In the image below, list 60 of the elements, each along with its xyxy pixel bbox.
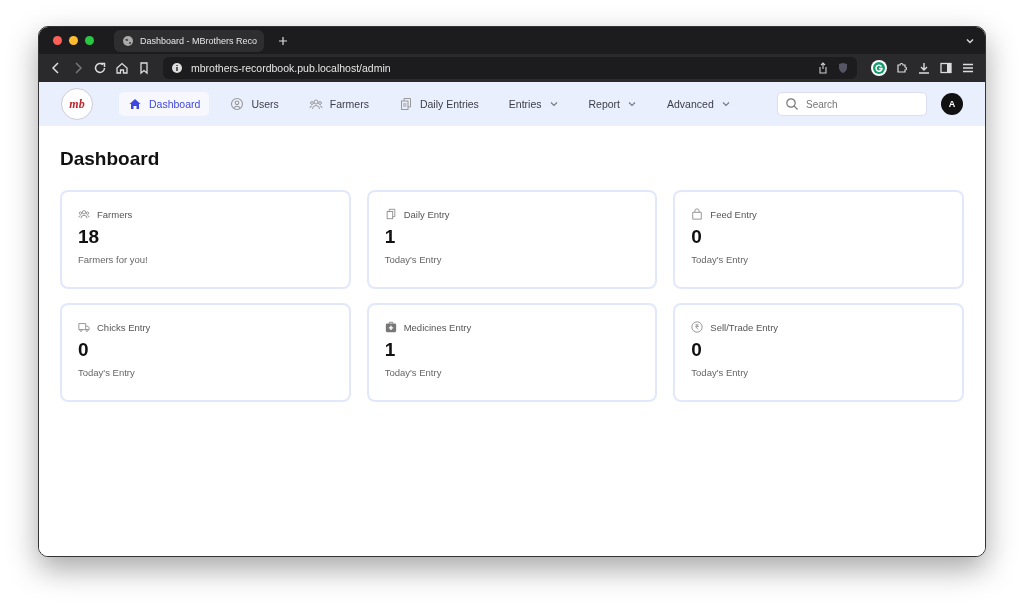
- documents-icon: [384, 208, 397, 220]
- info-icon: [171, 62, 183, 74]
- nav-link[interactable]: Report: [579, 92, 647, 116]
- card-caption: Farmers for you!: [78, 254, 149, 265]
- extension-icon[interactable]: [871, 60, 887, 76]
- card-value: 0: [691, 226, 703, 248]
- truck-icon: [78, 321, 90, 333]
- card-value: 1: [384, 339, 397, 361]
- card-title: Farmers: [97, 208, 133, 220]
- bookmark-icon[interactable]: [137, 61, 151, 75]
- download-icon[interactable]: [917, 61, 931, 75]
- card-value: 0: [78, 339, 90, 361]
- search-field[interactable]: Search: [777, 92, 927, 116]
- card-value: 18: [78, 226, 101, 248]
- home-icon: [128, 97, 142, 111]
- reload-icon[interactable]: [93, 61, 107, 75]
- nav-link[interactable]: Dashboard: [119, 92, 210, 116]
- nav-link[interactable]: Farmers: [299, 92, 378, 116]
- chevron-down-icon: [627, 99, 638, 109]
- card-caption: Today's Entry: [691, 254, 750, 265]
- card-caption: Today's Entry: [78, 367, 136, 378]
- people-icon: [78, 208, 90, 220]
- chevron-down-icon: [548, 99, 559, 109]
- card-value: 1: [384, 226, 397, 248]
- sidebar-icon[interactable]: [939, 61, 953, 75]
- card-caption: Today's Entry: [384, 254, 443, 265]
- card-title: Sell/Trade Entry: [710, 321, 779, 333]
- chevron-down-icon: [720, 99, 731, 109]
- browser-tab[interactable]: Dashboard - MBrothers Reco: [114, 29, 264, 52]
- nav-link[interactable]: Advanced: [658, 92, 740, 116]
- tab-title: Dashboard - MBrothers Reco: [140, 35, 258, 46]
- avatar[interactable]: A: [941, 93, 963, 115]
- minimize-window-icon[interactable]: [69, 36, 78, 45]
- zoom-window-icon[interactable]: [85, 36, 94, 45]
- card-title: Medicines Entry: [403, 321, 472, 333]
- people-icon: [308, 97, 323, 111]
- page-title: Dashboard: [60, 148, 161, 170]
- address-bar[interactable]: mbrothers-recordbook.pub.localhost/admin: [163, 57, 857, 79]
- close-window-icon[interactable]: [53, 36, 62, 45]
- puzzle-icon[interactable]: [895, 61, 909, 75]
- card-caption: Today's Entry: [691, 367, 750, 378]
- card-value: 0: [691, 339, 703, 361]
- new-tab-icon[interactable]: [278, 35, 288, 46]
- nav-link[interactable]: Daily Entries: [389, 92, 488, 116]
- medical-kit-icon: [384, 321, 397, 333]
- card-caption: Today's Entry: [384, 367, 443, 378]
- coin-icon: [691, 321, 704, 333]
- home-icon[interactable]: [115, 61, 129, 75]
- card-title: Chicks Entry: [97, 321, 151, 333]
- card-title: Daily Entry: [403, 208, 450, 220]
- bag-icon: [691, 208, 704, 220]
- logo[interactable]: mb: [61, 88, 93, 120]
- nav-link[interactable]: Users: [221, 92, 288, 116]
- globe-icon: [122, 34, 134, 47]
- user-icon: [230, 97, 245, 111]
- nav-link[interactable]: Entries: [499, 92, 568, 116]
- menu-icon[interactable]: [961, 61, 975, 75]
- card-title: Feed Entry: [710, 208, 757, 220]
- share-icon[interactable]: [817, 62, 829, 74]
- documents-icon: [398, 97, 413, 111]
